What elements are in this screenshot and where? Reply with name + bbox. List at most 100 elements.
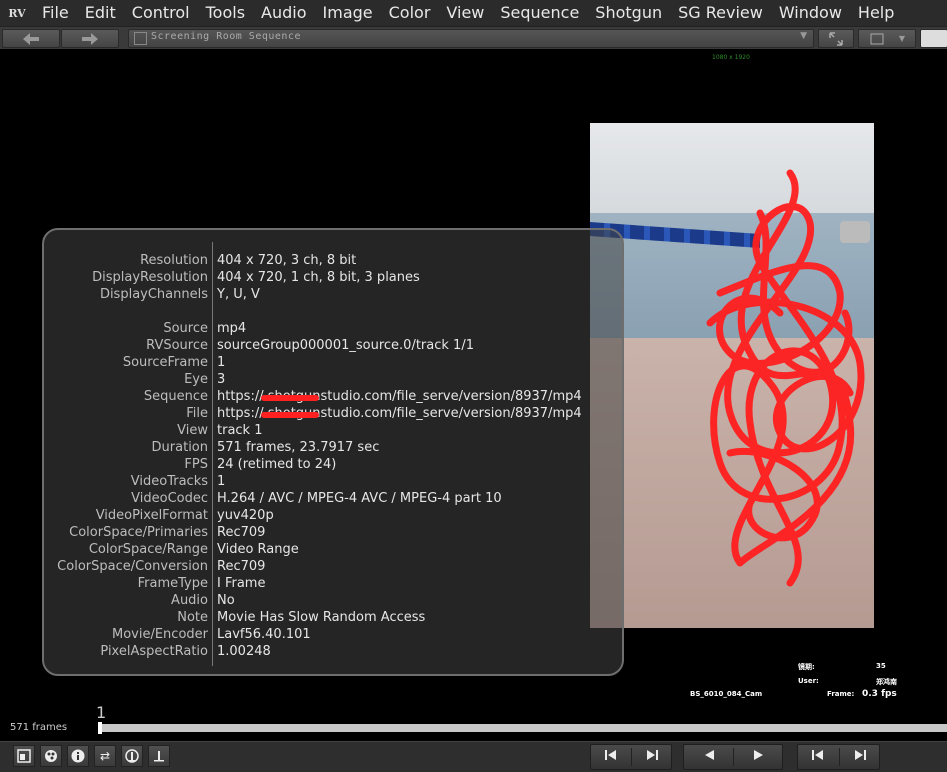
status-label-2: User: [798,677,819,685]
info-key: PixelAspectRatio [100,644,208,659]
info-row: ColorSpace/Range Video Range [44,541,624,558]
step-forward-button[interactable] [632,748,672,766]
toolbar: Screening Room Sequence ▼ ▼ [0,26,947,50]
chevron-down-icon: ▼ [898,34,906,43]
fps-readout: 0.3 fps [862,689,897,699]
info-key: ColorSpace/Range [88,542,208,557]
info-row: ColorSpace/Primaries Rec709 [44,524,624,541]
info-key: RVSource [146,338,208,353]
frame-count: 571 frames [10,722,68,733]
info-key: Note [177,610,208,625]
info-value: Y, U, V [217,287,260,302]
menu-color[interactable]: Color [381,0,439,26]
frame-button[interactable]: ▼ [858,29,916,48]
info-key: Eye [184,372,208,387]
menu-help[interactable]: Help [850,0,902,26]
info-value: H.264 / AVC / MPEG-4 AVC / MPEG-4 part 1… [217,491,502,506]
info-value: 1.00248 [217,644,271,659]
info-value: Lavf56.40.101 [217,627,311,642]
step-back-button[interactable] [591,748,631,766]
menu-edit[interactable]: Edit [77,0,124,26]
fullscreen-button[interactable] [818,29,854,48]
info-row: Note Movie Has Slow Random Access [44,609,624,626]
info-value: 571 frames, 23.7917 sec [217,440,380,455]
source-icon [134,32,147,45]
red-annotation-scribble [706,169,865,587]
info-row [44,303,624,320]
arrow-left-icon [23,32,39,45]
swap-icon: ⇄ [99,749,111,763]
swap-button[interactable]: ⇄ [94,745,116,767]
status-value-2: 郑鸿南 [876,678,897,686]
play-back-icon [705,750,714,760]
monitor-button[interactable] [13,745,35,767]
info-icon [71,749,85,763]
info-key: VideoPixelFormat [95,508,208,523]
timeline-track[interactable] [100,724,947,732]
menu-tools[interactable]: Tools [198,0,253,26]
info-row: DisplayResolution 404 x 720, 1 ch, 8 bit,… [44,269,624,286]
jump-end-button[interactable] [840,748,880,766]
image-info-panel[interactable]: Resolution 404 x 720, 3 ch, 8 bit DisplayR… [42,228,624,676]
forward-button[interactable] [61,29,119,48]
info-value: 24 (retimed to 24) [217,457,337,472]
info-row: PixelAspectRatio 1.00248 [44,643,624,660]
info-row: VideoPixelFormat yuv420p [44,507,624,524]
menu-shotgun[interactable]: Shotgun [587,0,670,26]
jump-controls [797,744,880,770]
info-row: Audio No [44,592,624,609]
info-key: FPS [184,457,208,472]
color-swatch[interactable] [920,29,947,48]
info-value: Movie Has Slow Random Access [217,610,426,625]
info-key: Sequence [143,389,208,404]
menu-window[interactable]: Window [771,0,850,26]
marker-button[interactable] [121,745,143,767]
play-forward-button[interactable] [739,748,779,766]
status-overlay: 镜期: 35 User: 郑鸿南 BS_6010_084_Cam Frame: … [690,660,940,710]
info-key: Resolution [140,253,208,268]
info-row: FrameType I Frame [44,575,624,592]
info-value: sourceGroup000001_source.0/track 1/1 [217,338,474,353]
arrow-right-icon [82,32,98,45]
play-back-button[interactable] [689,748,729,766]
expand-icon [829,31,843,46]
info-value: Video Range [217,542,299,557]
info-row: RVSource sourceGroup000001_source.0/track… [44,337,624,354]
back-button[interactable] [2,29,60,48]
menu-image[interactable]: Image [315,0,381,26]
menu-control[interactable]: Control [124,0,198,26]
info-button[interactable] [67,745,89,767]
baseline-button[interactable] [148,745,170,767]
info-value: 404 x 720, 3 ch, 8 bit [217,253,357,268]
info-row: Resolution 404 x 720, 3 ch, 8 bit [44,252,624,269]
info-value: 1 [217,474,226,489]
info-value: 3 [217,372,226,387]
menu-sequence[interactable]: Sequence [492,0,587,26]
playback-controls: ⇄ [0,741,947,772]
menu-sg-review[interactable]: SG Review [670,0,771,26]
color-button[interactable] [40,745,62,767]
palette-icon [45,750,57,762]
video-frame [590,123,874,628]
playhead[interactable] [98,722,102,734]
timeline[interactable]: 571 frames 1 [0,703,947,741]
info-key: Audio [171,593,208,608]
menu-audio[interactable]: Audio [253,0,314,26]
info-row: SourceFrame 1 [44,354,624,371]
info-key: ColorSpace/Primaries [69,525,208,540]
source-selector[interactable]: Screening Room Sequence ▼ [128,29,814,48]
monitor-icon [17,749,31,763]
status-label-1: 镜期: [798,663,815,671]
menu-view[interactable]: View [438,0,492,26]
info-key: File [186,406,208,421]
info-row: Source mp4 [44,320,624,337]
info-value: Rec709 [217,559,266,574]
menu-file[interactable]: File [34,0,77,26]
jump-start-button[interactable] [798,748,838,766]
app-logo: RV [8,6,26,20]
info-key: DisplayChannels [99,287,208,302]
jump-end-icon [855,750,866,760]
baseline-icon [154,751,164,762]
marker-icon [125,749,139,763]
info-value: Rec709 [217,525,266,540]
